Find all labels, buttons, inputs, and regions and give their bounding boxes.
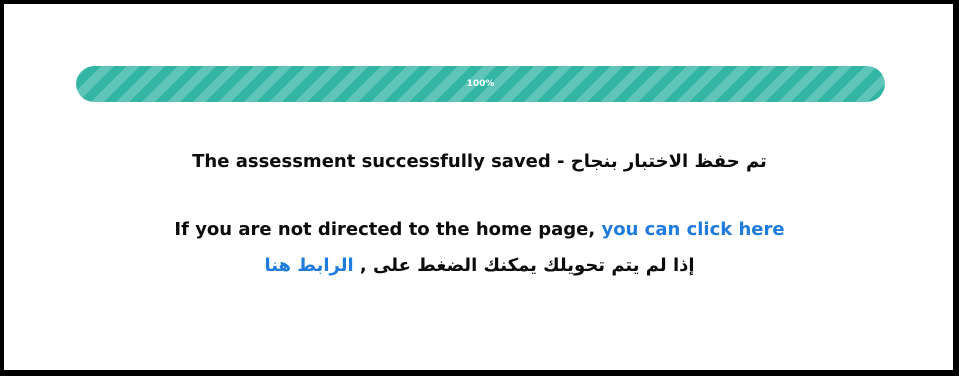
progress-bar: 100% <box>76 66 885 102</box>
page-frame: 100% The assessment successfully saved -… <box>0 0 959 376</box>
redirect-message-arabic: إذا لم يتم تحويلك يمكنك الضغط على , الرا… <box>4 255 955 276</box>
home-page-link-english[interactable]: you can click here <box>601 219 784 240</box>
progress-label: 100% <box>466 79 495 89</box>
redirect-text-arabic: إذا لم يتم تحويلك يمكنك الضغط على , <box>353 255 695 276</box>
redirect-text-english: If you are not directed to the home page… <box>174 219 602 240</box>
home-page-link-arabic[interactable]: الرابط هنا <box>264 255 353 276</box>
save-confirmation-message: The assessment successfully saved - تم ح… <box>4 151 955 172</box>
redirect-message-english: If you are not directed to the home page… <box>4 219 955 240</box>
progress-fill: 100% <box>76 66 885 102</box>
save-confirmation-text: The assessment successfully saved - تم ح… <box>192 151 767 172</box>
